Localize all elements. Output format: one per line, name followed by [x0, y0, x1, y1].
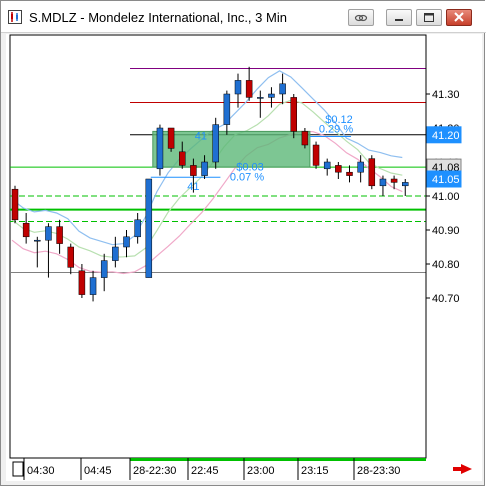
time-tick-label: 22:45: [191, 465, 219, 477]
time-tick-label: 04:30: [27, 465, 55, 477]
close-icon: [454, 12, 464, 22]
trade-loss-pct: 0.07 %: [230, 171, 264, 183]
window-title: S.MDLZ - Mondelez International, Inc., 3…: [29, 10, 287, 25]
price-tick-label: 40.70: [432, 293, 460, 305]
session-bar: [130, 458, 426, 461]
chart-area[interactable]: 4141$0.120.29 %$0.030.07 % 41.3041.2041.…: [6, 34, 482, 481]
price-tick-label: 41.30: [432, 89, 460, 101]
time-tick-label: 23:15: [301, 465, 329, 477]
candle[interactable]: [312, 141, 320, 169]
minimize-icon: [395, 19, 403, 21]
link-icon: [354, 14, 368, 22]
price-marker: 41.05: [426, 170, 462, 188]
price-marker: 41.20: [426, 126, 462, 144]
candle[interactable]: [11, 185, 19, 224]
maximize-icon: [424, 13, 434, 22]
trade-box[interactable]: [152, 130, 311, 168]
price-chart[interactable]: 4141$0.120.29 %$0.030.07 % 41.3041.2041.…: [6, 34, 482, 481]
title-bar[interactable]: S.MDLZ - Mondelez International, Inc., 3…: [1, 1, 486, 33]
time-tick-label: 23:00: [247, 465, 275, 477]
price-tick-label: 40.80: [432, 259, 460, 271]
plot-frame: [9, 34, 427, 459]
chart-window: S.MDLZ - Mondelez International, Inc., 3…: [0, 0, 486, 486]
candle[interactable]: [145, 178, 153, 278]
time-tick-label: 28-23:30: [357, 465, 400, 477]
time-tick-label: 28-22:30: [133, 465, 176, 477]
candle[interactable]: [156, 124, 164, 176]
scroll-right-arrow-icon[interactable]: [453, 464, 472, 474]
link-button[interactable]: [348, 9, 374, 26]
candle[interactable]: [212, 117, 219, 169]
minimize-button[interactable]: [386, 9, 412, 26]
svg-text:41.20: 41.20: [432, 130, 460, 142]
price-tick-label: 40.90: [432, 225, 460, 237]
close-button[interactable]: [446, 9, 472, 26]
candle[interactable]: [290, 94, 297, 139]
trade-entry-label: 41: [195, 130, 207, 142]
price-tick-label: 41.00: [432, 191, 460, 203]
maximize-button[interactable]: [416, 9, 442, 26]
time-tick-label: 04:45: [84, 465, 112, 477]
chart-app-icon: [8, 10, 22, 24]
svg-text:41.05: 41.05: [432, 174, 460, 186]
trade-profit-pct: 0.29 %: [319, 124, 353, 136]
candle[interactable]: [167, 127, 175, 152]
scroll-box[interactable]: [12, 461, 24, 477]
candle[interactable]: [368, 155, 376, 190]
